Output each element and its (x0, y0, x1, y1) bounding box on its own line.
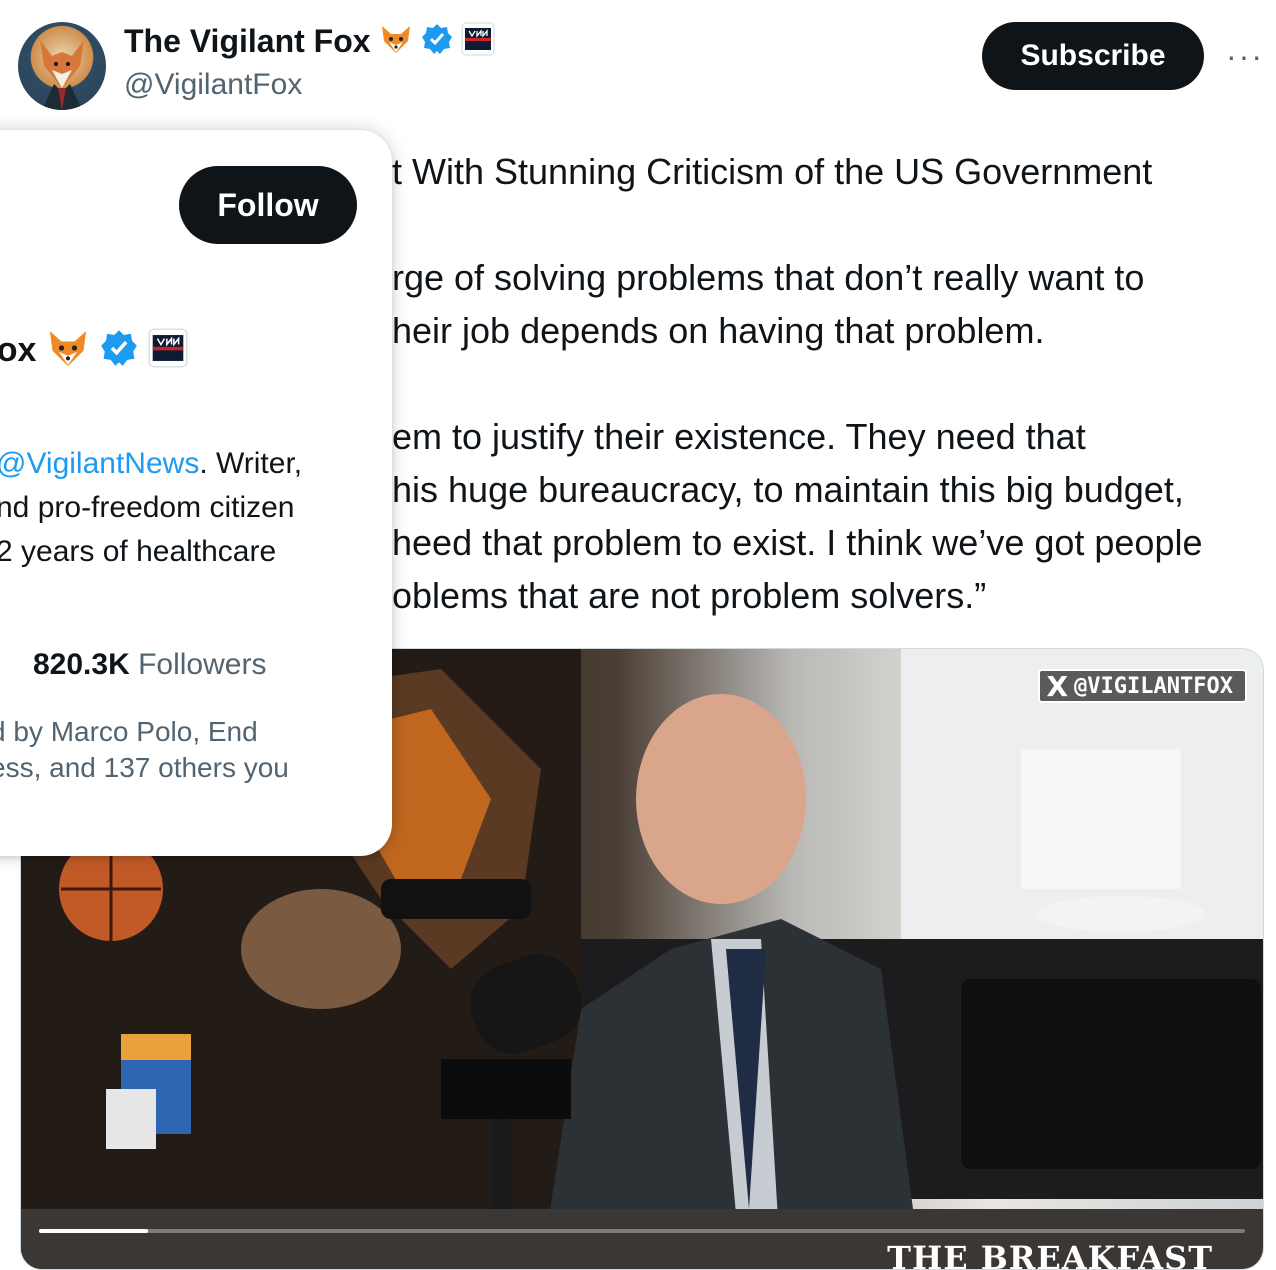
video-progress-fill (39, 1229, 148, 1233)
more-options-icon[interactable]: ··· (1226, 38, 1264, 75)
followers-label: Followers (138, 648, 267, 681)
watermark-handle: @VIGILANTFOX (1074, 673, 1233, 699)
tweet-line: heir job depends on having that problem. (392, 310, 1045, 351)
affiliate-badge-icon[interactable] (148, 328, 188, 373)
fox-emoji-icon (379, 22, 413, 61)
mutual-followers-text[interactable]: d by Marco Polo, End ess, and 137 others… (0, 714, 289, 786)
tweet-text: t With Stunning Criticism of the US Gove… (392, 145, 1276, 622)
profile-hover-card: Follow Fox @VigilantN (0, 130, 392, 856)
video-watermark: X @VIGILANTFOX (1038, 669, 1247, 703)
subscribe-button[interactable]: Subscribe (982, 22, 1204, 90)
mutual-line: d by Marco Polo, End (0, 716, 258, 747)
tweet-line: em to justify their existence. They need… (392, 416, 1086, 457)
mutual-line: ess, and 137 others you (0, 752, 289, 783)
bio-text: 2 years of healthcare (0, 535, 277, 568)
followers-number: 820.3K (33, 648, 130, 681)
verified-badge-icon (421, 23, 453, 60)
affiliate-badge-icon[interactable] (461, 22, 495, 61)
author-name[interactable]: The Vigilant Fox (124, 23, 371, 60)
tweet-line: oblems that are not problem solvers.” (392, 575, 987, 616)
follow-button[interactable]: Follow (179, 166, 357, 244)
video-progress-bar[interactable] (39, 1229, 1245, 1233)
video-brand-text: THE BREAKFAST (887, 1239, 1213, 1270)
tweet-line: heed that problem to exist. I think we’v… (392, 522, 1203, 563)
bio-text: . Writer, (199, 447, 303, 480)
hovercard-name[interactable]: Fox (0, 331, 36, 370)
verified-badge-icon (100, 329, 138, 372)
author-name-row: The Vigilant Fox (124, 22, 495, 61)
hovercard-bio: @VigilantNews. Writer, nd pro-freedom ci… (0, 442, 302, 574)
author-avatar[interactable] (18, 22, 106, 110)
author-handle[interactable]: @VigilantFox (124, 68, 302, 102)
fox-emoji-icon (46, 326, 90, 375)
tweet-line: rge of solving problems that don’t reall… (392, 257, 1145, 298)
tweet-line: t With Stunning Criticism of the US Gove… (392, 151, 1153, 192)
followers-count[interactable]: 820.3K Followers (33, 648, 266, 682)
bio-text: nd pro-freedom citizen (0, 491, 295, 524)
x-logo-icon: X (1046, 669, 1069, 703)
tweet-line: his huge bureaucracy, to maintain this b… (392, 469, 1184, 510)
hovercard-name-row: Fox (0, 326, 188, 375)
bio-mention-link[interactable]: @VigilantNews (0, 447, 199, 480)
